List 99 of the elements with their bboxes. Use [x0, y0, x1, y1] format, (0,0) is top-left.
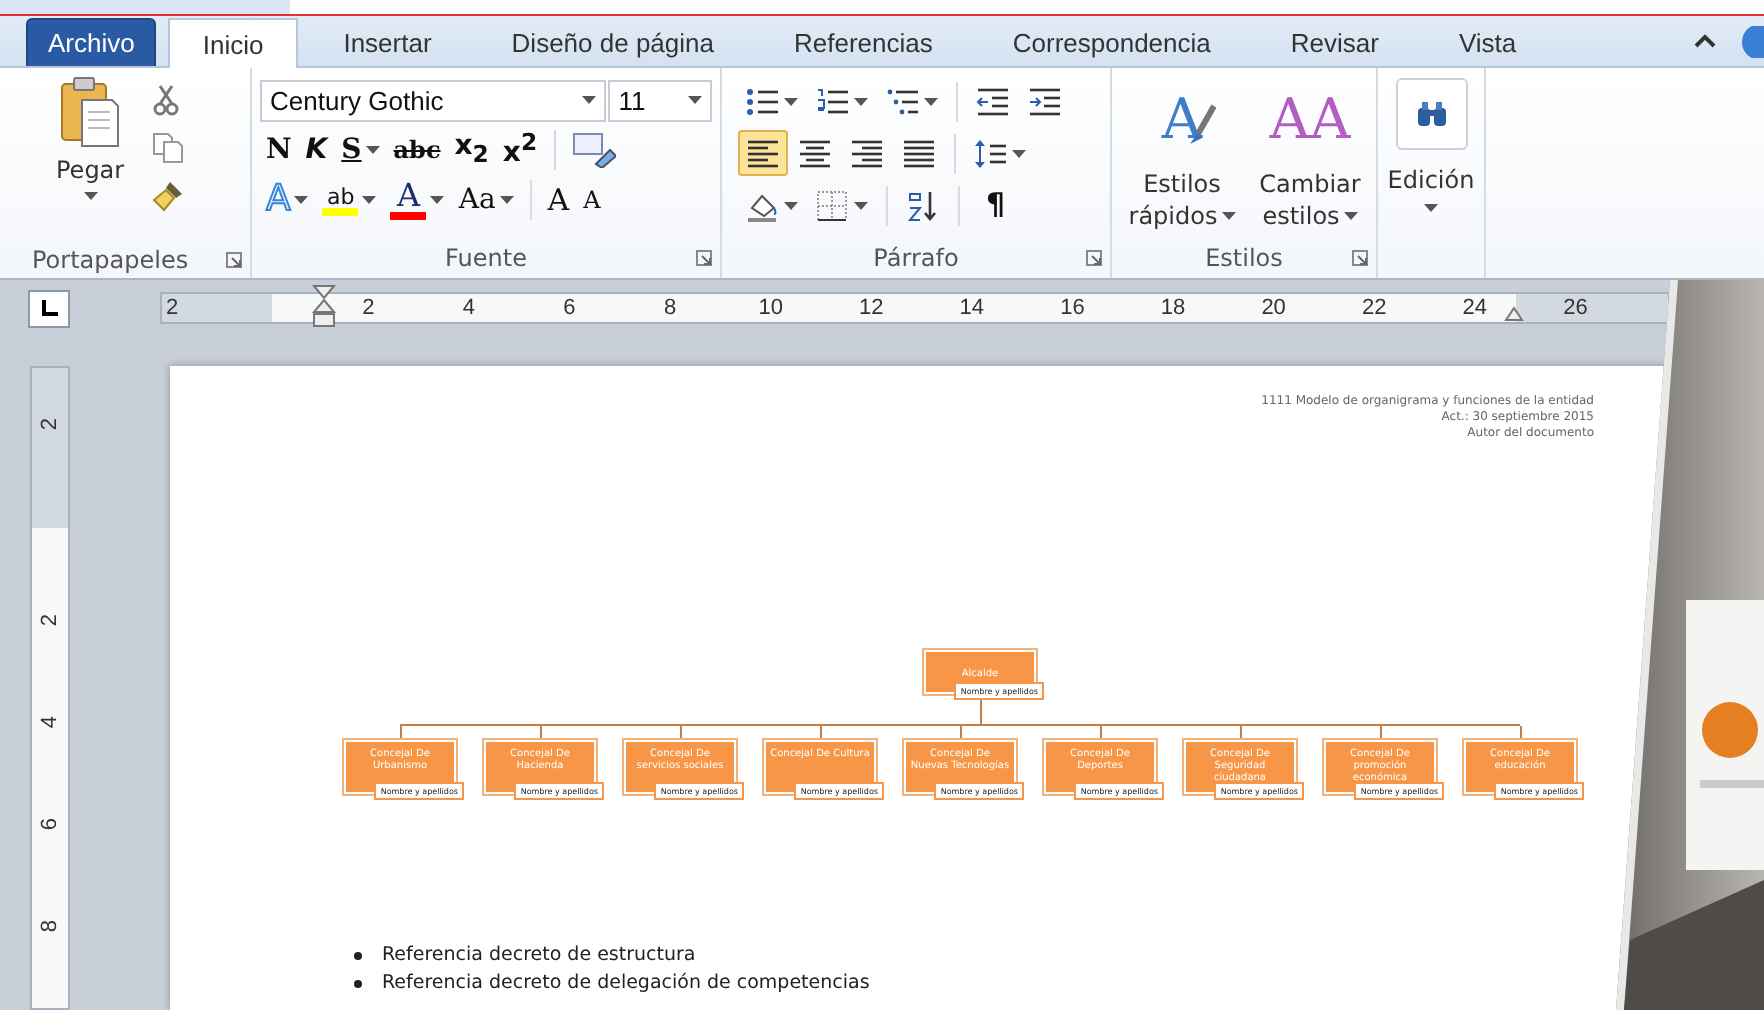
ruler-number: 12 [859, 297, 884, 319]
dialog-launcher-icon[interactable] [1352, 250, 1368, 266]
justify-icon [902, 137, 936, 169]
ruler-number: 10 [758, 297, 783, 319]
right-indent-marker-icon[interactable] [1504, 306, 1524, 322]
script-button[interactable]: x$^{2}$ [496, 128, 544, 172]
change-styles-button[interactable]: AA Cambiar estilos [1248, 80, 1372, 238]
ribbon-tab[interactable]: Diseño de página [477, 18, 748, 66]
group-label: Portapapeles [32, 245, 189, 273]
eraser-icon [571, 132, 616, 168]
ruler-number: 2 [38, 417, 62, 431]
binoculars-icon [1395, 78, 1467, 150]
sort-icon [906, 189, 940, 221]
caret-icon [294, 196, 309, 204]
multilevel-list-icon [886, 85, 920, 117]
ruler-number: 6 [38, 817, 62, 831]
ruler-number: 2 [166, 297, 179, 319]
ruler-number: 4 [462, 297, 475, 319]
list-item-text: Referencia decreto de estructura [382, 944, 696, 968]
ruler-number: 4 [38, 715, 62, 729]
align-right-icon [850, 137, 884, 169]
group-label: Estilos [1205, 244, 1283, 272]
paint-bucket-icon [746, 189, 780, 221]
script-button[interactable]: x$_{2}$ [448, 128, 495, 172]
caret-icon [430, 196, 445, 204]
indent-marker-icon[interactable] [312, 284, 336, 328]
paste-button[interactable]: Pegar [56, 76, 125, 240]
caret-icon [784, 97, 798, 105]
ruler-number: 22 [1361, 297, 1387, 319]
highlight-button[interactable]: ab [316, 178, 383, 222]
align-center-icon [798, 137, 832, 169]
file-tab[interactable]: Archivo [26, 18, 157, 66]
caret-icon [924, 97, 938, 105]
group-label: Fuente [445, 244, 527, 272]
ruler-number: 8 [663, 297, 677, 319]
caret-icon [854, 201, 868, 209]
ruler-number: 8 [38, 919, 62, 933]
clipboard-icon [60, 76, 121, 148]
quick-styles-button[interactable]: A Estilos rápidos [1120, 80, 1244, 238]
line-spacing-icon [974, 137, 1008, 169]
copy-icon[interactable] [152, 132, 185, 164]
caret-icon [362, 196, 377, 204]
caret-icon [1424, 204, 1438, 212]
format-painter-icon[interactable] [152, 180, 185, 212]
ruler-number: 18 [1160, 297, 1186, 319]
dialog-launcher-icon[interactable] [1086, 250, 1102, 266]
caret-icon [83, 192, 98, 200]
change-case-button[interactable]: Aa [452, 178, 520, 222]
border-grid-icon [816, 189, 850, 221]
caret-icon [1012, 149, 1026, 157]
bold-button[interactable]: N [260, 128, 298, 172]
caret-icon [499, 196, 514, 204]
caret-icon [854, 97, 868, 105]
ribbon-tab[interactable]: Revisar [1256, 18, 1413, 66]
italic-button[interactable]: K [299, 128, 334, 172]
ribbon-tab[interactable]: Referencias [760, 18, 967, 66]
outdent-icon [976, 85, 1010, 117]
indent-icon [1028, 85, 1062, 117]
font-name-field[interactable]: Century Gothic [260, 79, 607, 121]
underline-button[interactable]: S [335, 128, 386, 172]
caret-icon [1221, 212, 1236, 220]
dialog-launcher-icon[interactable] [696, 250, 712, 266]
ribbon-tab[interactable]: Correspondencia [978, 18, 1245, 66]
bullet-icon [354, 952, 362, 960]
ribbon-tab[interactable]: Inicio [168, 18, 298, 68]
dialog-launcher-icon[interactable] [226, 252, 242, 268]
list-item-text: Referencia decreto de delegación de competencias [382, 972, 870, 996]
ruler-number: 26 [1563, 297, 1588, 319]
ruler-number: 16 [1060, 297, 1085, 319]
group-label: Párrafo [873, 244, 959, 272]
caret-icon [688, 96, 702, 104]
caret-icon [1343, 212, 1358, 220]
tab-selector-icon[interactable] [28, 289, 70, 327]
ruler-number: 24 [1462, 297, 1488, 319]
grow-font-button[interactable]: A [541, 178, 576, 222]
ruler-number: 2 [38, 613, 62, 627]
align-left-icon [746, 137, 780, 169]
strikethrough-button[interactable]: abc [387, 128, 447, 172]
caret-icon [582, 96, 597, 104]
bulleted-list-icon [746, 85, 780, 117]
ribbon-tab[interactable]: Insertar [309, 18, 466, 66]
caret-icon [365, 146, 380, 154]
help-icon[interactable] [1736, 25, 1764, 57]
ruler-number: 14 [959, 297, 985, 319]
align-left-button[interactable] [738, 130, 788, 176]
ruler-number: 20 [1261, 297, 1286, 319]
ribbon-tab[interactable]: Vista [1424, 18, 1551, 66]
numbered-list-icon [816, 85, 850, 117]
ruler-number: 2 [362, 297, 375, 319]
font-color-button[interactable]: A [384, 178, 451, 222]
font-size-field[interactable]: 11 [608, 79, 712, 121]
ruler-number: 6 [563, 297, 576, 319]
bullet-icon [354, 980, 362, 988]
show-marks-button[interactable]: ¶ [970, 182, 1022, 228]
vertical-ruler[interactable]: 2 2 4 6 8 [30, 366, 70, 1010]
editing-button[interactable]: Edición [1378, 68, 1484, 212]
collapse-ribbon-icon[interactable] [1694, 34, 1716, 48]
shrink-font-button[interactable]: A [577, 178, 607, 222]
caret-icon [784, 201, 798, 209]
